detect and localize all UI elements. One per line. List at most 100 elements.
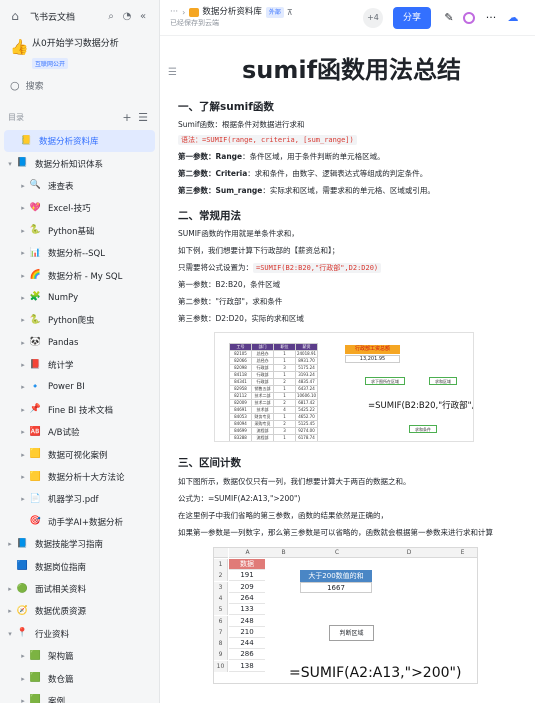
space-name: 从0开始学习数据分析 [32, 39, 119, 49]
criteria-box: 求和条件 [409, 425, 437, 433]
chevron-right-icon[interactable]: ▸ [18, 697, 28, 703]
sidebar-item[interactable]: ▸ 🆎 A/B试验 [0, 421, 159, 443]
chevron-right-icon[interactable]: ▸ [18, 294, 28, 302]
sidebar-item[interactable]: ▸ 🟩 案例 [0, 690, 159, 703]
sidebar-item[interactable]: ▸ 🌈 数据分析 - My SQL [0, 264, 159, 286]
chevron-down-icon[interactable]: ▾ [5, 630, 15, 638]
sidebar-item[interactable]: ▸ 🟩 架构篇 [0, 645, 159, 667]
chevron-right-icon[interactable]: ▸ [18, 249, 28, 257]
table-cell: 82105 [229, 350, 252, 358]
list-settings-icon[interactable]: ☰ [135, 111, 151, 124]
column-header: D [373, 548, 445, 558]
chevron-down-icon[interactable]: ▾ [5, 160, 15, 168]
sidebar-item-label: A/B试验 [48, 428, 80, 439]
chevron-right-icon[interactable]: ▸ [18, 339, 28, 347]
sidebar-item[interactable]: ▸ 🟨 数据可视化案例 [0, 443, 159, 465]
sidebar-item[interactable]: ▸ 🟨 数据分析十大方法论 [0, 466, 159, 488]
chevron-right-icon[interactable]: ▸ [5, 540, 15, 548]
sidebar-item[interactable]: ▾ 📍 行业资料 [0, 623, 159, 645]
notification-icon[interactable]: ◔ [119, 11, 135, 22]
sidebar-item[interactable]: ▸ 🐍 Python基础 [0, 220, 159, 242]
sidebar-item-label: 动手学AI+数据分析 [48, 517, 123, 528]
collapse-icon[interactable]: « [135, 11, 151, 22]
section-heading: 二、常规用法 [178, 210, 241, 222]
chevron-right-icon[interactable]: ▸ [18, 182, 28, 190]
home-icon[interactable]: ⌂ [8, 9, 22, 23]
data-cell: 264 [229, 593, 265, 604]
chevron-right-icon[interactable]: ▸ [18, 227, 28, 235]
chevron-right-icon[interactable]: ▸ [18, 272, 28, 280]
data-header-cell: 数据 [229, 559, 265, 570]
chevron-right-icon[interactable]: ▸ [18, 451, 28, 459]
sidebar-item-label: Python基础 [48, 226, 95, 237]
chevron-right-icon[interactable]: ▸ [18, 316, 28, 324]
search-icon[interactable]: ⌕ [103, 11, 119, 22]
chevron-right-icon[interactable]: ▸ [18, 675, 28, 683]
collaborators-count[interactable]: +4 [362, 7, 383, 28]
table-row: 84053 财务专员 1 4652.70 [229, 413, 318, 421]
sidebar-item[interactable]: ▸ 📄 机器学习.pdf [0, 488, 159, 510]
excel-screenshot-2: 大于200数值的和 1667 判断区域 =SUMIF(A2:A13,">200"… [213, 547, 478, 684]
breadcrumb-more[interactable]: ··· [170, 7, 178, 18]
search-box[interactable]: ○ 搜索 [8, 74, 151, 96]
table-row: 84341 行政部 2 4835.47 [229, 378, 318, 386]
sidebar-item[interactable]: ▸ 📕 统计学 [0, 354, 159, 376]
chevron-right-icon[interactable]: ▸ [18, 383, 28, 391]
chevron-right-icon[interactable]: ▸ [18, 495, 28, 503]
breadcrumb-folder[interactable]: 数据分析资料库 [202, 7, 262, 18]
sidebar-item[interactable]: ▸ 🧭 数据优质资源 [0, 600, 159, 622]
sidebar-item[interactable]: ▸ 🟩 数仓篇 [0, 667, 159, 689]
sidebar-item[interactable]: 📒 数据分析资料库 [4, 130, 155, 153]
formula-text: =SUMIF(B2:B20,"行政部",D2:D20) [368, 401, 474, 411]
sidebar-item[interactable]: ▸ 🔹 Power BI [0, 376, 159, 398]
table-header-cell: 工号 [229, 343, 252, 351]
sidebar-item[interactable]: ▸ 🔍 速查表 [0, 175, 159, 197]
chevron-right-icon[interactable]: ▸ [18, 204, 28, 212]
space-card[interactable]: 👍 从0开始学习数据分析 互联网公开 [0, 32, 159, 69]
table-row: 82098 行政部 3 5175.24 [229, 364, 318, 372]
add-icon[interactable]: + [119, 111, 135, 124]
cloud-icon[interactable]: ☁ [505, 11, 521, 24]
sidebar-item-label: 机器学习.pdf [48, 495, 99, 506]
sidebar-item[interactable]: ▸ 💖 Excel-技巧 [0, 197, 159, 219]
chevron-right-icon[interactable]: ▸ [18, 473, 28, 481]
table-header-cell: 部门 [251, 343, 274, 351]
table-cell: 销售五部 [251, 385, 274, 393]
folder-icon [189, 7, 200, 17]
chevron-right-icon[interactable]: ▸ [5, 585, 15, 593]
sidebar-item[interactable]: 🟦 数据岗位指南 [0, 555, 159, 577]
sidebar-item[interactable]: ▸ 🐍 Python爬虫 [0, 309, 159, 331]
sidebar-item[interactable]: ▸ 📊 数据分析--SQL [0, 242, 159, 264]
table-cell: 1 [273, 392, 296, 400]
sidebar-item[interactable]: ▸ 📘 数据技能学习指南 [0, 533, 159, 555]
sum-range-box: 求和区域 [429, 377, 457, 385]
outline-icon[interactable]: ☰ [168, 67, 177, 78]
pin-icon[interactable]: ⊼ [287, 7, 293, 18]
table-cell: 流程部 [251, 434, 274, 441]
chevron-right-icon[interactable]: ▸ [18, 652, 28, 660]
sidebar-item[interactable]: ▸ 🟢 面试相关资料 [0, 578, 159, 600]
doc-icon: 🐍 [29, 314, 42, 325]
chevron-right-icon[interactable]: ▸ [18, 428, 28, 436]
chevron-right-icon[interactable]: ▸ [18, 361, 28, 369]
table-cell: 82958 [229, 385, 252, 393]
edit-icon[interactable]: ✎ [441, 11, 457, 24]
doc-icon: 🟩 [29, 673, 42, 684]
more-icon[interactable]: ··· [483, 11, 499, 24]
sidebar-item[interactable]: ▾ 📘 数据分析知识体系 [0, 152, 159, 174]
sidebar-item-label: 数据优质资源 [35, 607, 87, 618]
row-header: 5 [214, 604, 228, 616]
sidebar-item-label: 数据分析资料库 [39, 137, 99, 148]
sidebar-item[interactable]: ▸ 🧩 NumPy [0, 287, 159, 309]
chevron-right-icon[interactable]: ▸ [18, 406, 28, 414]
share-button[interactable]: 分享 [392, 6, 431, 29]
doc-icon: 📌 [29, 404, 42, 415]
table-cell: 82066 [229, 357, 252, 365]
chevron-right-icon[interactable]: ▸ [5, 607, 15, 615]
sidebar-item[interactable]: ▸ 🐼 Pandas [0, 332, 159, 354]
ai-assistant-icon[interactable] [463, 11, 475, 24]
sidebar-item[interactable]: 🎯 动手学AI+数据分析 [0, 511, 159, 533]
app: ⌂ 飞书云文档 ⌕ ◔ « 👍 从0开始学习数据分析 互联网公开 ○ 搜索 目录… [0, 0, 535, 703]
doc-icon: 📍 [16, 628, 29, 639]
sidebar-item[interactable]: ▸ 📌 Fine BI 技术文档 [0, 399, 159, 421]
